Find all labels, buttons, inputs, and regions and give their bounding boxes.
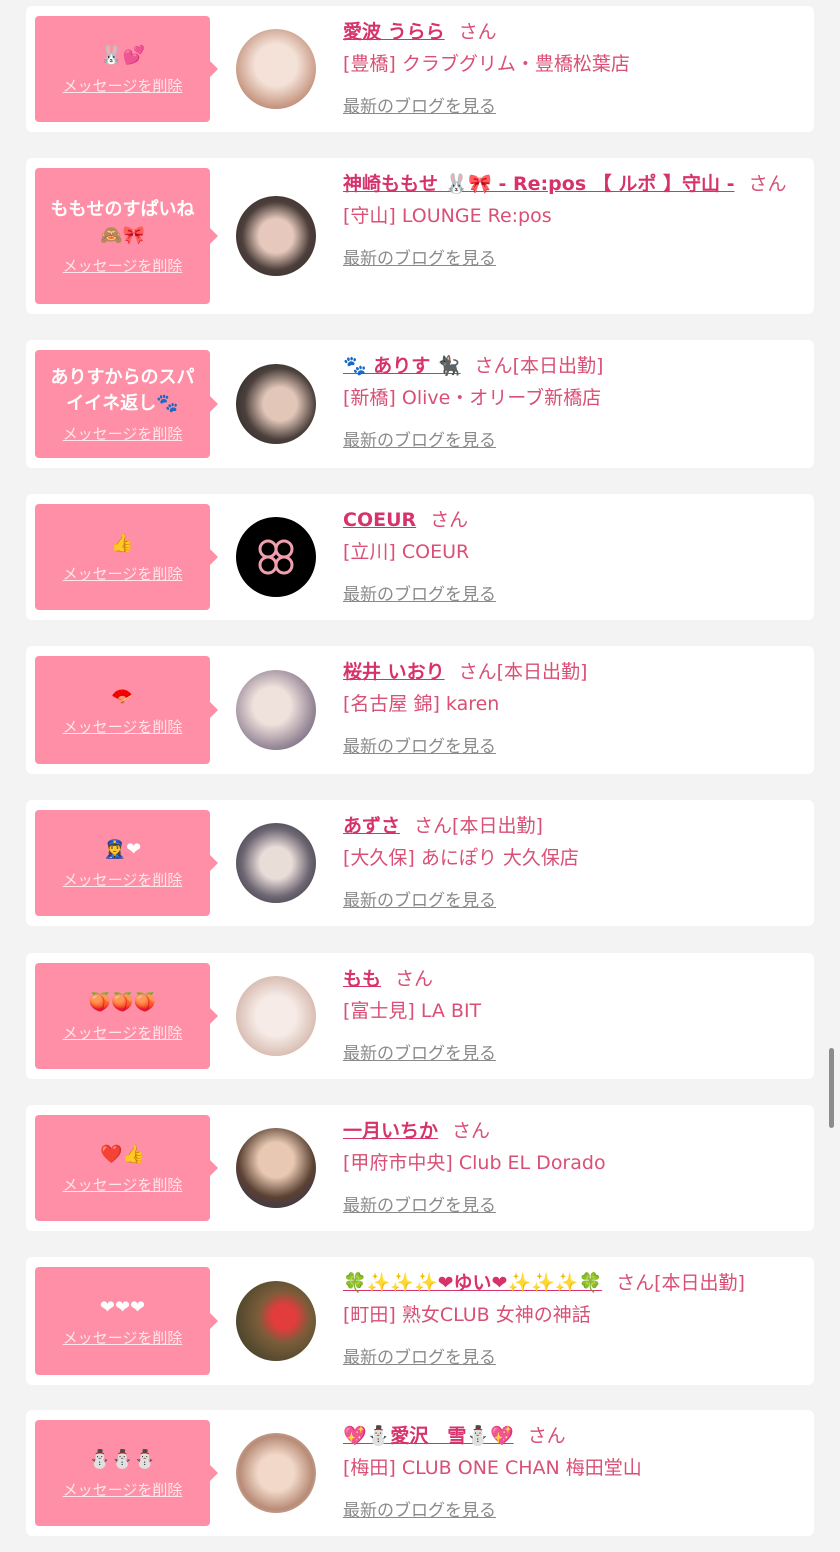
message-bubble: 👍 メッセージを削除 xyxy=(35,504,218,610)
list-item: ❤️👍 メッセージを削除 一月いちか さん [甲府市中央] Club EL Dor… xyxy=(26,1105,814,1231)
shop-name: [新橋] Olive・オリーブ新橋店 xyxy=(343,387,602,409)
message-text: ももせのすぱいね🙈🎀 xyxy=(50,198,195,246)
cast-name-link[interactable]: もも xyxy=(343,968,381,990)
honorific: さん xyxy=(748,173,787,195)
latest-blog-link[interactable]: 最新のブログを見る xyxy=(343,1496,496,1521)
honorific: さん xyxy=(395,968,434,990)
message-bubble: ももせのすぱいね🙈🎀 メッセージを削除 xyxy=(35,168,218,304)
message-text: 👍 xyxy=(111,532,134,554)
latest-blog-link[interactable]: 最新のブログを見る xyxy=(343,886,496,911)
message-text: ありすからのスパイイネ返し🐾 xyxy=(50,366,195,414)
avatar[interactable] xyxy=(236,1128,316,1208)
shop-name: [守山] LOUNGE Re:pos xyxy=(343,205,552,227)
delete-message-link[interactable]: メッセージを削除 xyxy=(63,1022,183,1043)
delete-message-link[interactable]: メッセージを削除 xyxy=(63,869,183,890)
list-item: ❤❤❤ メッセージを削除 🍀✨✨✨❤ゆい❤✨✨✨🍀 さん[本日出勤] [町田] 熟… xyxy=(26,1257,814,1385)
shop-name: [大久保] あにぽり 大久保店 xyxy=(343,847,579,869)
message-bubble: 👮‍♀️❤ メッセージを削除 xyxy=(35,810,218,916)
attendance-status: [本日出勤] xyxy=(496,661,588,683)
message-text: 🪭 xyxy=(111,685,134,707)
cast-name-link[interactable]: 桜井 いおり xyxy=(343,661,445,683)
attendance-status: [本日出勤] xyxy=(512,355,604,377)
cast-name-link[interactable]: あずさ xyxy=(343,815,400,837)
message-bubble: ⛄⛄⛄ メッセージを削除 xyxy=(35,1420,218,1526)
latest-blog-link[interactable]: 最新のブログを見る xyxy=(343,580,496,605)
message-bubble: ❤❤❤ メッセージを削除 xyxy=(35,1267,218,1375)
message-bubble: ありすからのスパイイネ返し🐾 メッセージを削除 xyxy=(35,350,218,458)
latest-blog-link[interactable]: 最新のブログを見る xyxy=(343,732,496,757)
avatar[interactable] xyxy=(236,823,316,903)
list-item: ありすからのスパイイネ返し🐾 メッセージを削除 🐾 ありす 🐈‍⬛ さん[本日出勤… xyxy=(26,340,814,468)
shop-name: [豊橋] クラブグリム・豊橋松葉店 xyxy=(343,53,630,75)
honorific: さん xyxy=(527,1425,566,1447)
delete-message-link[interactable]: メッセージを削除 xyxy=(63,75,183,96)
attendance-status: [本日出勤] xyxy=(654,1272,745,1294)
avatar[interactable] xyxy=(236,196,316,276)
avatar[interactable] xyxy=(236,670,316,750)
shop-name: [富士見] LA BIT xyxy=(343,1000,482,1022)
message-text: ❤️👍 xyxy=(100,1143,145,1165)
shop-name: [甲府市中央] Club EL Dorado xyxy=(343,1152,606,1174)
honorific: さん xyxy=(452,1120,491,1142)
delete-message-link[interactable]: メッセージを削除 xyxy=(63,255,183,276)
honorific: さん xyxy=(458,661,497,683)
honorific: さん xyxy=(458,21,497,43)
list-item: ⛄⛄⛄ メッセージを削除 💖⛄愛沢 雪⛄💖 さん [梅田] CLUB ONE CH… xyxy=(26,1410,814,1536)
avatar[interactable] xyxy=(236,1281,316,1361)
shop-name: [町田] 熟女CLUB 女神の神話 xyxy=(343,1304,591,1326)
message-text: ⛄⛄⛄ xyxy=(88,1448,157,1470)
avatar[interactable] xyxy=(236,976,316,1056)
delete-message-link[interactable]: メッセージを削除 xyxy=(63,1327,183,1348)
cast-name-link[interactable]: 愛波 うらら xyxy=(343,21,445,43)
cast-name-link[interactable]: COEUR xyxy=(343,509,416,531)
avatar[interactable] xyxy=(236,1433,316,1513)
cast-name-link[interactable]: 一月いちか xyxy=(343,1120,438,1142)
cast-name-link[interactable]: 💖⛄愛沢 雪⛄💖 xyxy=(343,1425,514,1447)
message-bubble: ❤️👍 メッセージを削除 xyxy=(35,1115,218,1221)
delete-message-link[interactable]: メッセージを削除 xyxy=(63,423,183,444)
shop-name: [立川] COEUR xyxy=(343,541,470,563)
avatar[interactable] xyxy=(236,517,316,597)
avatar[interactable] xyxy=(236,29,316,109)
honorific: さん xyxy=(414,815,453,837)
list-item: 👮‍♀️❤ メッセージを削除 あずさ さん[本日出勤] [大久保] あにぽり 大久… xyxy=(26,800,814,926)
latest-blog-link[interactable]: 最新のブログを見る xyxy=(343,1343,496,1368)
delete-message-link[interactable]: メッセージを削除 xyxy=(63,1479,183,1500)
delete-message-link[interactable]: メッセージを削除 xyxy=(63,563,183,584)
message-text: 🐰💕 xyxy=(100,44,145,66)
latest-blog-link[interactable]: 最新のブログを見る xyxy=(343,92,496,117)
attendance-status: [本日出勤] xyxy=(452,815,543,837)
scrollbar[interactable] xyxy=(829,1048,834,1128)
list-item: 🐰💕 メッセージを削除 愛波 うらら さん [豊橋] クラブグリム・豊橋松葉店 最… xyxy=(26,6,814,132)
latest-blog-link[interactable]: 最新のブログを見る xyxy=(343,1039,496,1064)
message-text: ❤❤❤ xyxy=(99,1296,146,1318)
message-bubble: 🐰💕 メッセージを削除 xyxy=(35,16,218,122)
delete-message-link[interactable]: メッセージを削除 xyxy=(63,1174,183,1195)
latest-blog-link[interactable]: 最新のブログを見る xyxy=(343,244,496,269)
shop-name: [名古屋 錦] karen xyxy=(343,693,500,715)
honorific: さん xyxy=(616,1272,655,1294)
shop-name: [梅田] CLUB ONE CHAN 梅田堂山 xyxy=(343,1457,642,1479)
delete-message-link[interactable]: メッセージを削除 xyxy=(63,716,183,737)
cast-name-link[interactable]: 🍀✨✨✨❤ゆい❤✨✨✨🍀 xyxy=(343,1272,602,1294)
cast-name-link[interactable]: 神崎ももせ 🐰🎀 - Re:pos 【 ルポ 】守山 - xyxy=(343,173,734,195)
latest-blog-link[interactable]: 最新のブログを見る xyxy=(343,426,496,451)
list-item: ももせのすぱいね🙈🎀 メッセージを削除 神崎ももせ 🐰🎀 - Re:pos 【 … xyxy=(26,158,814,314)
message-text: 👮‍♀️❤ xyxy=(103,838,142,860)
honorific: さん xyxy=(430,509,469,531)
coeur-logo-icon xyxy=(258,539,294,575)
message-text: 🍑🍑🍑 xyxy=(88,991,157,1013)
honorific: さん xyxy=(474,355,513,377)
cast-name-link[interactable]: 🐾 ありす 🐈‍⬛ xyxy=(343,355,461,377)
latest-blog-link[interactable]: 最新のブログを見る xyxy=(343,1191,496,1216)
list-item: 👍 メッセージを削除 COEUR さん [立川] COEUR 最新のブログを見る xyxy=(26,494,814,620)
list-item: 🪭 メッセージを削除 桜井 いおり さん[本日出勤] [名古屋 錦] karen … xyxy=(26,646,814,774)
message-bubble: 🪭 メッセージを削除 xyxy=(35,656,218,764)
list-item: 🍑🍑🍑 メッセージを削除 もも さん [富士見] LA BIT 最新のブログを見る xyxy=(26,953,814,1079)
message-bubble: 🍑🍑🍑 メッセージを削除 xyxy=(35,963,218,1069)
avatar[interactable] xyxy=(236,364,316,444)
